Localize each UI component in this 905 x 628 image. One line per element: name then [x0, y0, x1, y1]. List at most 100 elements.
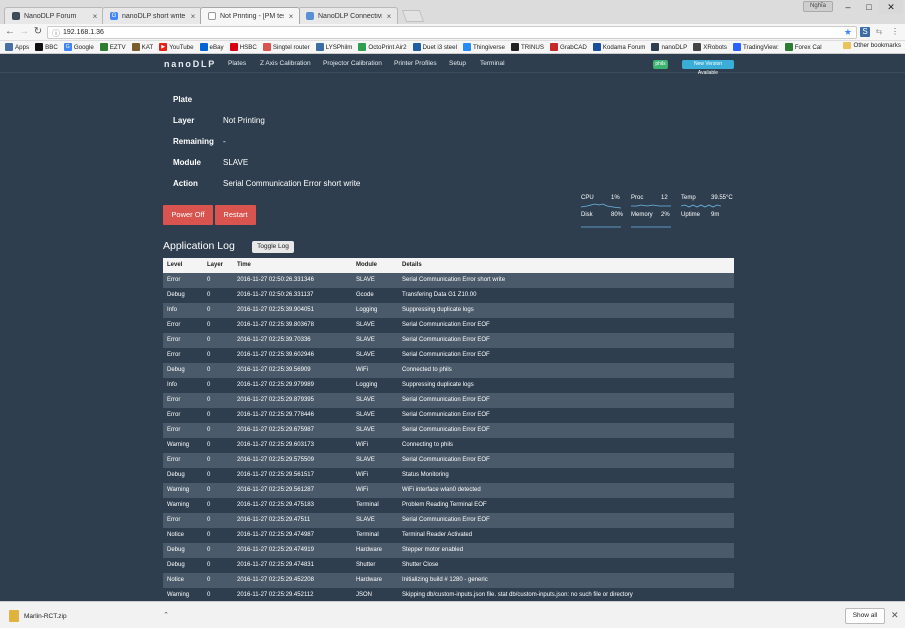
- log-layer: 0: [207, 307, 211, 313]
- kat-icon: [131, 43, 140, 51]
- close-window-icon[interactable]: ✕: [879, 0, 903, 14]
- log-layer: 0: [207, 427, 211, 433]
- nanodlp-logo[interactable]: nanoDLP: [164, 59, 216, 69]
- bookmark-eztv[interactable]: EZTV: [99, 43, 126, 51]
- bookmark-singtel[interactable]: Singtel router: [262, 43, 310, 51]
- xrobots-icon: [693, 43, 702, 51]
- bookmark-nanodlp[interactable]: nanoDLP: [651, 43, 687, 51]
- header-module: Module: [356, 262, 377, 268]
- log-level: Error: [167, 337, 181, 343]
- restart-button[interactable]: Restart: [215, 205, 256, 225]
- bookmark-label: XRobots: [703, 43, 727, 51]
- disk-sparkline: [581, 226, 621, 228]
- bookmark-thingiverse[interactable]: Thingiverse: [462, 43, 505, 51]
- log-details: Serial Communication Error EOF: [402, 352, 490, 358]
- bookmark-forexcal[interactable]: Forex Cal: [784, 43, 822, 51]
- bookmark-google[interactable]: G Google: [63, 43, 94, 51]
- cast-icon[interactable]: ⇆: [874, 27, 884, 37]
- memory-label: Memory: [631, 212, 653, 218]
- browser-tab-strip: NanoDLP Forum × G nanoDLP short write - …: [0, 0, 905, 24]
- menu-kebab-icon[interactable]: ⋮: [890, 27, 900, 37]
- google-favicon-icon: G: [110, 12, 118, 20]
- table-row: Error 0 2016-11-27 02:25:39.602946 SLAVE Ser…: [163, 348, 734, 363]
- nav-z-axis-calibration[interactable]: Z Axis Calibration: [260, 60, 311, 67]
- browser-tab-active[interactable]: Not Printing - [PM test ] ×: [200, 7, 300, 24]
- bookmark-apps[interactable]: Apps: [5, 43, 29, 51]
- reload-icon[interactable]: ↻: [32, 26, 44, 38]
- info-icon[interactable]: ⓘ: [52, 28, 60, 39]
- bookmark-lysphilm[interactable]: LYSPhilm: [315, 43, 352, 51]
- close-downloads-icon[interactable]: ✕: [891, 610, 899, 621]
- log-level: Info: [167, 307, 178, 313]
- close-tab-icon[interactable]: ×: [189, 12, 197, 21]
- maximize-window-icon[interactable]: □: [857, 0, 881, 14]
- nav-terminal[interactable]: Terminal: [480, 60, 505, 67]
- log-time: 2016-11-27 02:25:39.803678: [237, 322, 314, 328]
- address-bar[interactable]: ⓘ 192.168.1.36 ★: [47, 26, 857, 39]
- log-level: Warning: [167, 592, 190, 598]
- toggle-log-button[interactable]: Toggle Log: [252, 241, 294, 253]
- table-row: Info 0 2016-11-27 02:25:39.904051 Logging Su…: [163, 303, 734, 318]
- layer-value: Not Printing: [223, 116, 265, 125]
- back-arrow-icon[interactable]: ←: [4, 26, 16, 38]
- nav-plates[interactable]: Plates: [228, 60, 246, 67]
- browser-tab[interactable]: NanoDLP Forum ×: [4, 7, 104, 24]
- bookmark-youtube[interactable]: ▶ YouTube: [159, 43, 194, 51]
- bookmark-star-icon[interactable]: ★: [844, 27, 852, 38]
- bookmark-label: Forex Cal: [794, 43, 822, 51]
- log-time: 2016-11-27 02:25:29.474919: [237, 547, 314, 553]
- bookmark-kat[interactable]: KAT: [131, 43, 153, 51]
- bookmark-hsbc[interactable]: HSBC: [229, 43, 257, 51]
- nav-setup[interactable]: Setup: [449, 60, 466, 67]
- bookmark-xrobots[interactable]: XRobots: [693, 43, 727, 51]
- log-level: Error: [167, 457, 181, 463]
- bookmark-grabcad[interactable]: GrabCAD: [549, 43, 587, 51]
- bookmark-duet[interactable]: Duet i3 steel: [412, 43, 457, 51]
- log-module: WiFi: [356, 367, 368, 373]
- nanodlp-icon: [651, 43, 660, 51]
- new-version-badge[interactable]: New Version Available: [682, 60, 734, 76]
- table-row: Error 0 2016-11-27 02:25:29.47511 SLAVE Seri…: [163, 513, 734, 528]
- browser-tab[interactable]: NanoDLP Connectivity w ×: [298, 7, 398, 24]
- log-details: Suppressing duplicate logs: [402, 382, 474, 388]
- tab-title: NanoDLP Connectivity w: [318, 12, 382, 20]
- log-details: Initializing build # 1280 - generic: [402, 577, 488, 583]
- other-bookmarks[interactable]: Other bookmarks: [842, 42, 901, 49]
- youtube-icon: ▶: [159, 43, 168, 51]
- log-details: Connected to phils: [402, 367, 452, 373]
- profile-button[interactable]: Nghĩa: [803, 1, 833, 12]
- bookmark-kodama[interactable]: Kodama Forum: [592, 43, 645, 51]
- power-off-button[interactable]: Power Off: [163, 205, 213, 225]
- bookmark-bbc[interactable]: BBC: [35, 43, 58, 51]
- nav-printer-profiles[interactable]: Printer Profiles: [394, 60, 437, 67]
- nav-projector-calibration[interactable]: Projector Calibration: [323, 60, 382, 67]
- log-layer: 0: [207, 457, 211, 463]
- close-tab-icon[interactable]: ×: [287, 12, 295, 21]
- proc-label: Proc: [631, 195, 644, 201]
- extension-icon[interactable]: S: [860, 27, 870, 37]
- close-tab-icon[interactable]: ×: [385, 12, 393, 21]
- bookmark-trinus[interactable]: TRINUS: [510, 43, 544, 51]
- log-details: Serial Communication Error EOF: [402, 322, 490, 328]
- forward-arrow-icon[interactable]: →: [18, 26, 30, 38]
- table-row: Error 0 2016-11-27 02:25:29.879395 SLAVE Ser…: [163, 393, 734, 408]
- browser-tab[interactable]: G nanoDLP short write - G ×: [102, 7, 202, 24]
- hsbc-icon: [229, 43, 238, 51]
- new-tab-button[interactable]: [401, 10, 425, 22]
- bookmark-tradingview[interactable]: TradingView:: [733, 43, 779, 51]
- proc-sparkline: [631, 204, 671, 207]
- log-time: 2016-11-27 02:50:26.331137: [237, 292, 314, 298]
- bookmark-ebay[interactable]: eBay: [199, 43, 224, 51]
- folder-icon: [842, 42, 851, 49]
- log-time: 2016-11-27 02:25:39.904051: [237, 307, 314, 313]
- show-all-button[interactable]: Show all: [845, 608, 885, 624]
- log-table-header: Level Layer Time Module Details: [163, 258, 734, 273]
- bookmark-octoprint[interactable]: OctoPrint Air2: [358, 43, 407, 51]
- download-item[interactable]: Marlin-RCT.zip ⌃: [3, 607, 173, 625]
- tab-title: NanoDLP Forum: [24, 12, 77, 20]
- table-row: Warning 0 2016-11-27 02:25:29.561287 WiFi Wi…: [163, 483, 734, 498]
- table-row: Error 0 2016-11-27 02:25:39.70336 SLAVE Seri…: [163, 333, 734, 348]
- close-tab-icon[interactable]: ×: [91, 12, 99, 21]
- chevron-up-icon[interactable]: ⌃: [163, 611, 169, 619]
- action-label: Action: [173, 179, 198, 188]
